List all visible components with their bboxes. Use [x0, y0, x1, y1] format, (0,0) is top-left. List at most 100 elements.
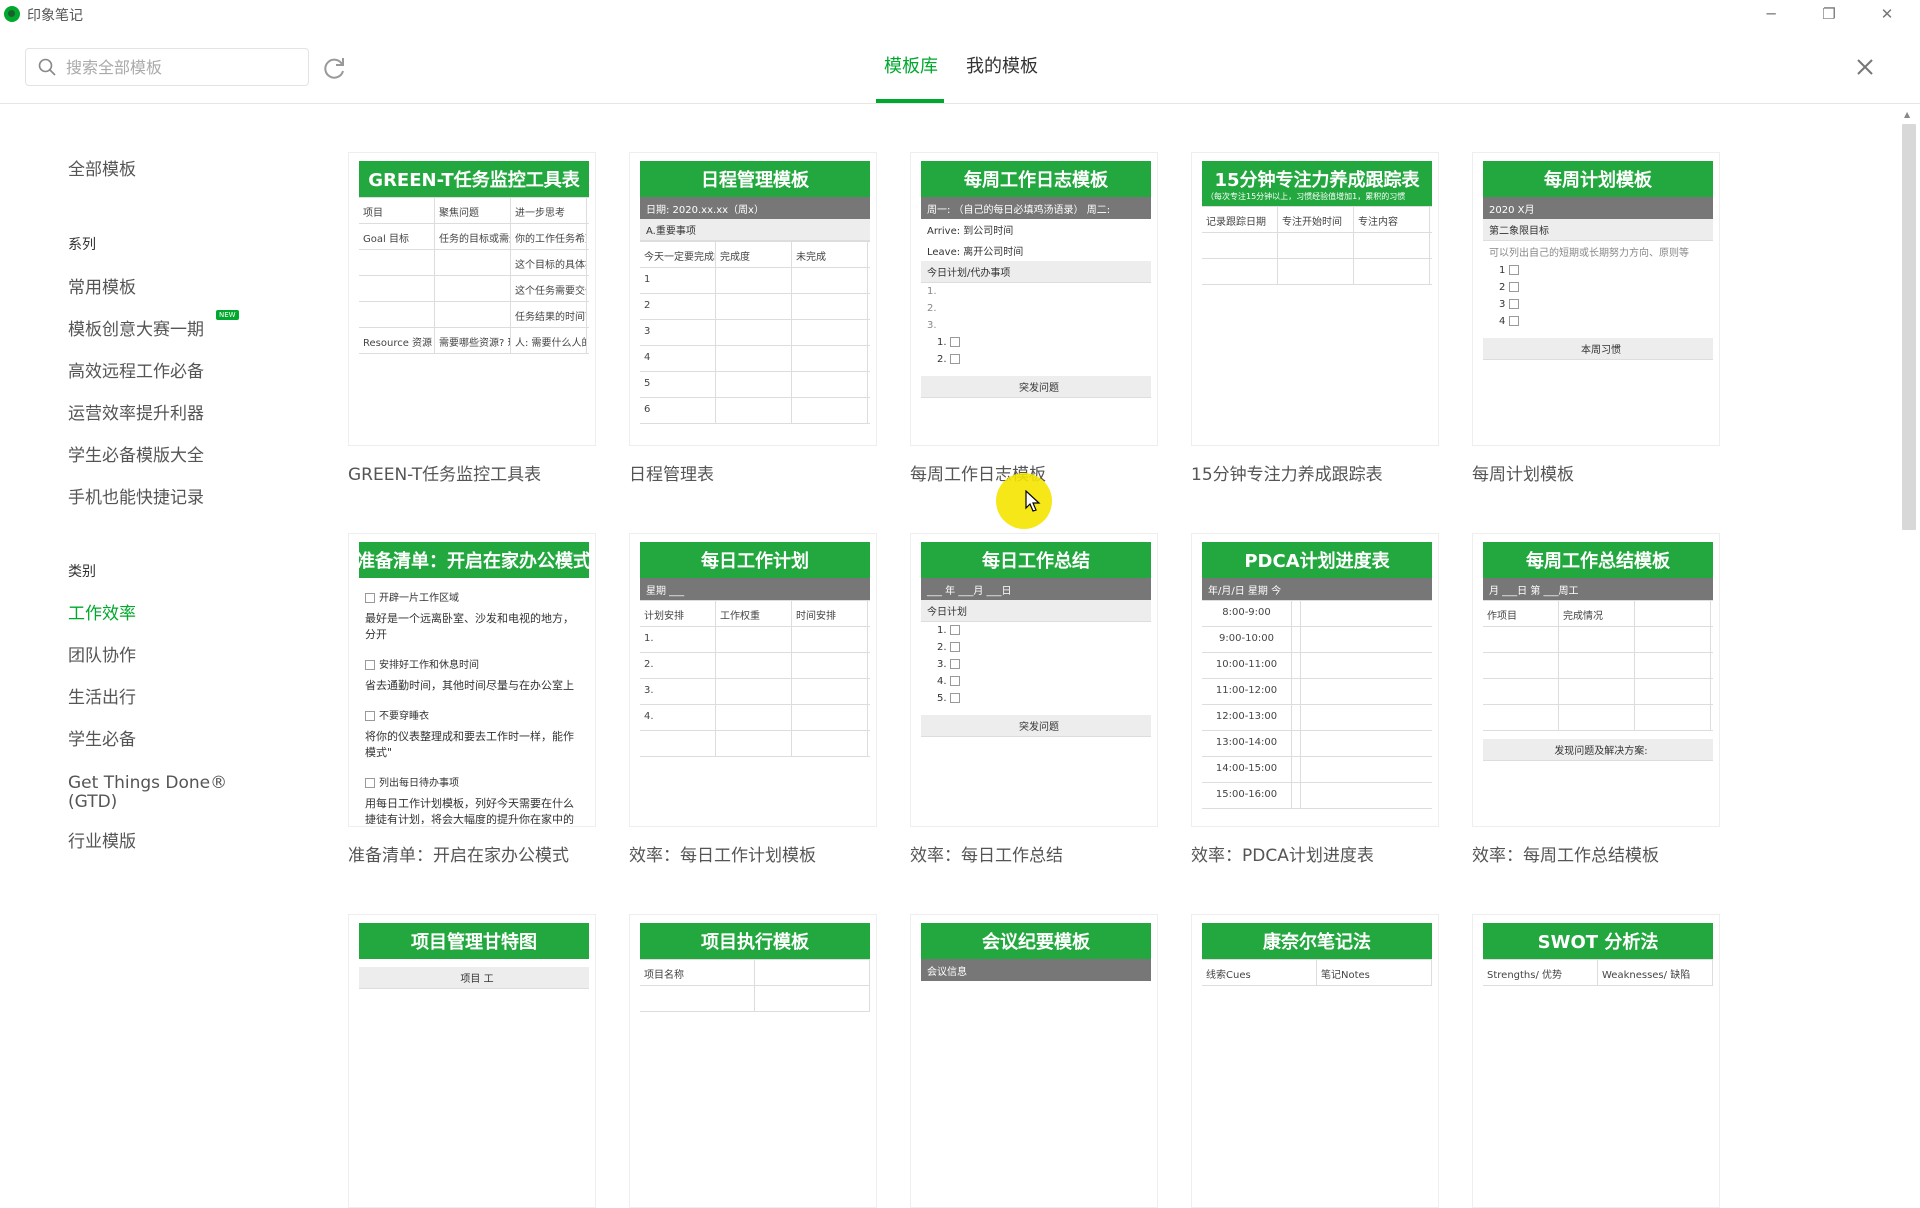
- table-cell: [1292, 601, 1301, 626]
- minimize-button[interactable]: ─: [1751, 3, 1791, 25]
- template-card-label[interactable]: GREEN-T任务监控工具表: [348, 460, 541, 485]
- thumbnail-footer: 项目 工: [359, 967, 589, 989]
- table-cell: [792, 653, 868, 678]
- sidebar-item-series[interactable]: 常用模板: [68, 278, 136, 298]
- table-cell: 这个任务需要交付给谁(是否有特别要求?): [511, 276, 587, 301]
- close-icon[interactable]: [1850, 52, 1880, 82]
- table-cell: [1292, 653, 1301, 678]
- template-card[interactable]: 康奈尔笔记法 线索Cues 笔记Notes: [1191, 914, 1439, 1208]
- table-cell: [640, 986, 755, 1011]
- table-cell: [1292, 783, 1301, 808]
- sidebar-item-all-templates[interactable]: 全部模板: [68, 160, 136, 180]
- table-cell: [1292, 627, 1301, 652]
- scroll-up-arrow-icon[interactable]: ▲: [1904, 110, 1910, 119]
- table-cell: [1559, 705, 1635, 730]
- template-card[interactable]: SWOT 分析法 Strengths/ 优势 Weaknesses/ 缺陷: [1472, 914, 1720, 1208]
- checkbox-icon: [949, 659, 960, 669]
- sidebar-item-series[interactable]: 模板创意大赛一期: [68, 320, 204, 340]
- table-cell: [1483, 653, 1559, 678]
- window-close-button[interactable]: ✕: [1867, 3, 1907, 25]
- checklist-number: 2.: [937, 354, 950, 365]
- thumbnail-subheader: 日期: 2020.xx.xx（周x）: [640, 197, 870, 219]
- table-cell: 聚焦问题: [435, 198, 511, 223]
- thumbnail-table: Strengths/ 优势 Weaknesses/ 缺陷: [1483, 959, 1713, 986]
- sidebar-item-series[interactable]: 高效远程工作必备: [68, 362, 204, 382]
- table-cell: 今天一定要完成的几件事: [640, 242, 716, 267]
- new-badge: NEW: [216, 310, 239, 320]
- table-cell: Strengths/ 优势: [1483, 960, 1598, 985]
- table-row: 项目 聚焦问题 进一步思考: [359, 198, 589, 224]
- table-row: 14:00-15:00: [1202, 757, 1432, 783]
- restore-button[interactable]: ❐: [1809, 3, 1849, 25]
- table-row: 1.: [640, 627, 870, 653]
- table-cell: [792, 268, 868, 293]
- tab-template-library[interactable]: 模板库: [884, 52, 938, 78]
- table-cell: [716, 268, 792, 293]
- table-cell: 专注内容: [1354, 207, 1430, 232]
- search-box[interactable]: [25, 48, 309, 86]
- tab-my-templates[interactable]: 我的模板: [966, 52, 1038, 78]
- table-cell: 作项目: [1483, 601, 1559, 626]
- table-cell: [435, 250, 511, 275]
- checkbox-icon: [949, 642, 960, 652]
- thumbnail-table: 今天一定要完成的几件事完成度未完成123456: [640, 241, 870, 424]
- template-card[interactable]: 15分钟专注力养成跟踪表 （每次专注15分钟以上，习惯经验值增加1，累积的习惯 记录…: [1191, 152, 1439, 446]
- template-card[interactable]: 会议纪要模板 会议信息: [910, 914, 1158, 1208]
- template-card[interactable]: 每周计划模板 2020 X月 第二象限目标 可以列出自己的短期或长期努力方向、原则等 1…: [1472, 152, 1720, 446]
- checkbox-icon: [949, 354, 960, 364]
- checkbox-icon: [1508, 299, 1519, 309]
- thumbnail-header: 会议纪要模板: [921, 923, 1151, 959]
- template-card[interactable]: 日程管理模板日期: 2020.xx.xx（周x）A.重要事项今天一定要完成的几件…: [629, 152, 877, 446]
- thumbnail-line: 1.: [927, 286, 937, 297]
- template-card[interactable]: 每日工作总结 ___ 年 ___月 ___日 今日计划 1. 2. 3. 4. 5. …: [910, 533, 1158, 827]
- thumbnail-header: 每日工作总结: [921, 542, 1151, 578]
- sidebar-item-series[interactable]: 手机也能快捷记录: [68, 488, 204, 508]
- template-card[interactable]: 每周工作总结模板月 ___日 第 ___周工 作项目 完成情况 发现问题及解决方案:: [1472, 533, 1720, 827]
- template-card-label[interactable]: 每周计划模板: [1472, 460, 1574, 485]
- template-card-label[interactable]: 效率：每周工作总结模板: [1472, 841, 1659, 866]
- template-card-label[interactable]: 准备清单：开启在家办公模式: [348, 841, 569, 866]
- table-cell: 任务结果的时间节点是: [511, 302, 587, 327]
- thumbnail-line: 可以列出自己的短期或长期努力方向、原则等: [1489, 248, 1689, 259]
- scrollbar-thumb[interactable]: [1902, 124, 1916, 530]
- sidebar-item-category[interactable]: 学生必备: [68, 730, 136, 750]
- template-card-label[interactable]: 效率：PDCA计划进度表: [1191, 841, 1374, 866]
- template-card[interactable]: GREEN-T任务监控工具表 项目 聚焦问题 进一步思考 Goal 目标 任务的目标或需达…: [348, 152, 596, 446]
- sidebar-item-category[interactable]: 生活出行: [68, 688, 136, 708]
- search-input[interactable]: [66, 57, 286, 77]
- template-card-label[interactable]: 15分钟专注力养成跟踪表: [1191, 460, 1383, 485]
- checklist-number: 2.: [937, 642, 950, 653]
- table-row: 4.: [640, 705, 870, 731]
- sidebar-item-category[interactable]: Get Things Done® (GTD): [68, 774, 238, 812]
- template-card-label[interactable]: 日程管理表: [629, 460, 714, 485]
- checklist-item-desc: 省去通勤时间，其他时间尽量与在办公室上: [365, 679, 574, 692]
- template-card[interactable]: 每日工作计划 星期 ___ 计划安排 工作权重 时间安排 1. 2. 3. 4.: [629, 533, 877, 827]
- table-cell: 项目名称: [640, 960, 755, 985]
- table-row: 3: [640, 320, 870, 346]
- refresh-icon[interactable]: [320, 54, 348, 82]
- template-card-label[interactable]: 效率：每日工作总结: [910, 841, 1063, 866]
- template-card[interactable]: 准备清单：开启在家办公模式 开辟一片工作区域 最好是一个远离卧室、沙发和电视的地方，…: [348, 533, 596, 827]
- template-card-label[interactable]: 效率：每日工作计划模板: [629, 841, 816, 866]
- template-card[interactable]: 每周工作日志模板 周一: （自己的每日必填鸡汤语录） 周二: Arrive: 到公司…: [910, 152, 1158, 446]
- table-cell: 10:00-11:00: [1202, 653, 1292, 678]
- thumbnail-header: 项目执行模板: [640, 923, 870, 959]
- sidebar-item-category[interactable]: 团队协作: [68, 646, 136, 666]
- template-card[interactable]: 项目管理甘特图 项目 工: [348, 914, 596, 1208]
- sidebar-item-category[interactable]: 行业模版: [68, 832, 136, 852]
- template-thumbnail: 项目执行模板 项目名称: [640, 923, 870, 1205]
- template-card[interactable]: PDCA计划进度表 年/月/日 星期 今 8:00-9:00 9:00-10:00 10…: [1191, 533, 1439, 827]
- table-row: 4: [640, 346, 870, 372]
- sidebar-item-series[interactable]: 学生必备模版大全: [68, 446, 204, 466]
- thumbnail-line: Leave: 离开公司时间: [927, 247, 1024, 258]
- table-cell: [1635, 705, 1711, 730]
- table-row: [640, 986, 870, 1012]
- template-card[interactable]: 项目执行模板 项目名称: [629, 914, 877, 1208]
- sidebar-item-series[interactable]: 运营效率提升利器: [68, 404, 204, 424]
- thumbnail-table: 线索Cues 笔记Notes: [1202, 959, 1432, 986]
- table-cell: [1635, 653, 1711, 678]
- sidebar-item-category-active[interactable]: 工作效率: [68, 604, 136, 624]
- checklist-item-title: 安排好工作和休息时间: [379, 660, 479, 671]
- table-cell: 需要哪些资源? 现在有哪些资源?: [435, 328, 511, 353]
- thumbnail-checklist: 1 2 3 4: [1483, 262, 1713, 330]
